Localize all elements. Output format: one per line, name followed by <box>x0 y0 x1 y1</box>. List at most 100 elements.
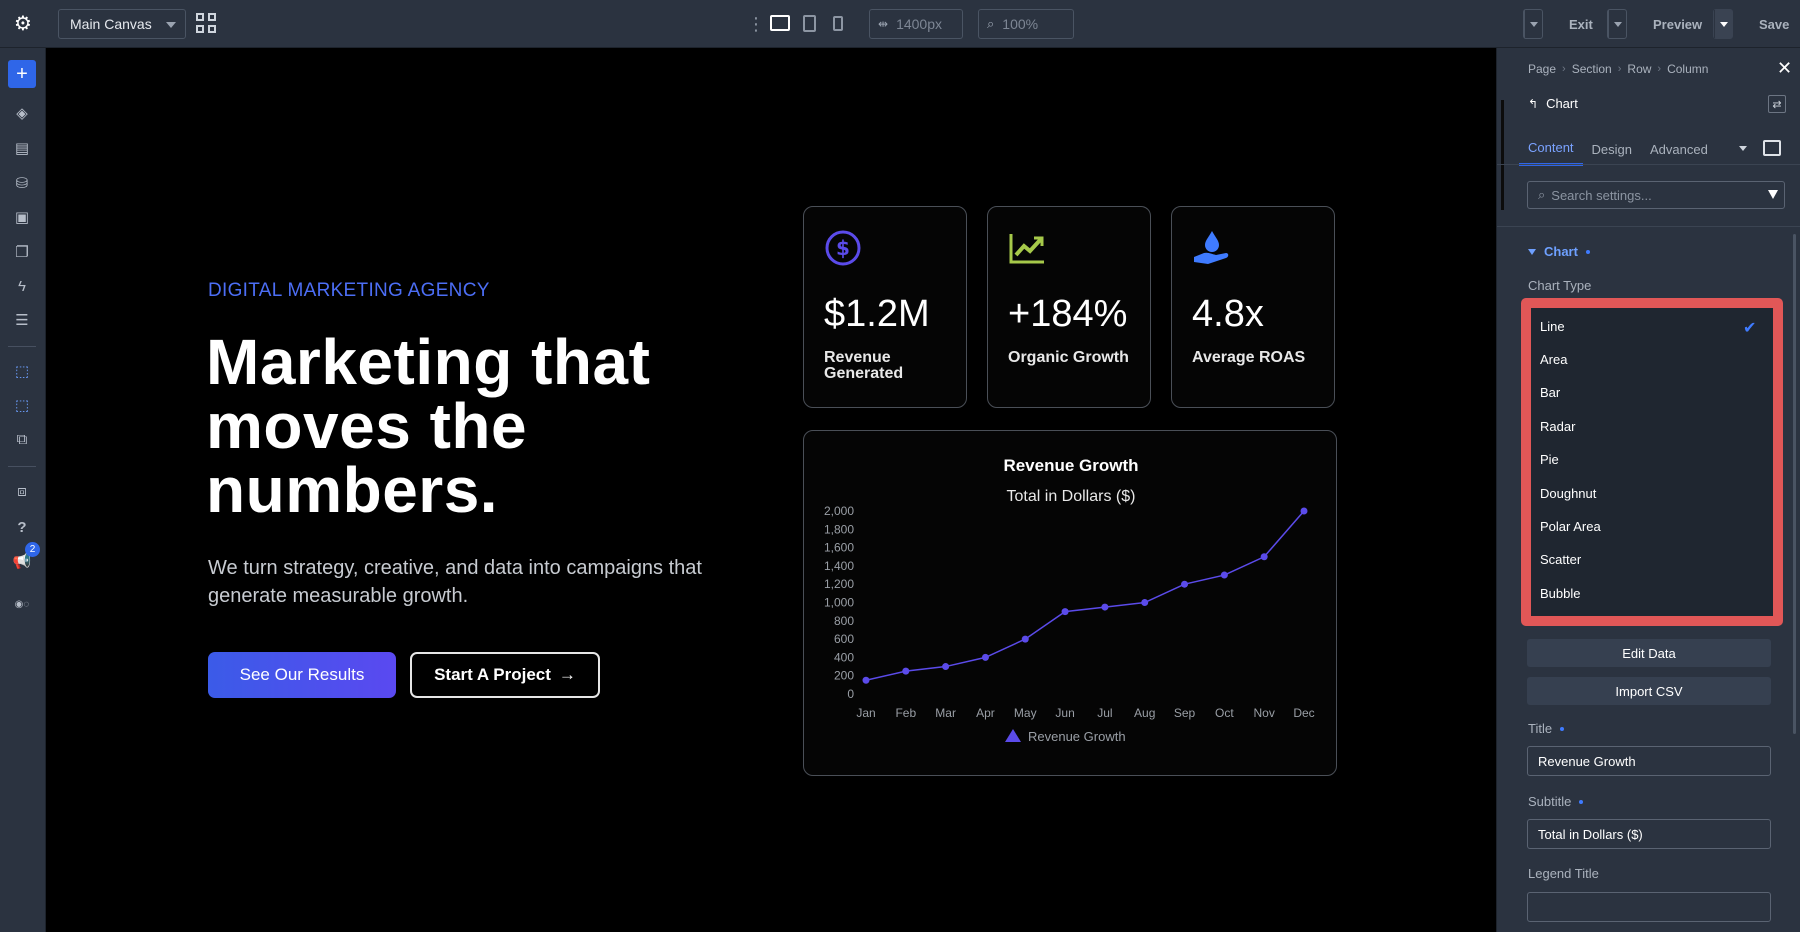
revenue-chart-card[interactable]: Revenue Growth Total in Dollars ($) 2,00… <box>803 430 1337 776</box>
y-tick-label: 1,600 <box>824 541 854 555</box>
dropdown-option-radar[interactable]: Radar <box>1531 410 1773 442</box>
subtitle-label: Subtitle <box>1528 794 1584 809</box>
hero-eyebrow: DIGITAL MARKETING AGENCY <box>208 280 490 301</box>
dropdown-option-polar-area[interactable]: Polar Area <box>1531 510 1773 542</box>
stat-caption: Organic Growth <box>1008 349 1129 366</box>
data-point <box>1101 603 1109 611</box>
layouts-icon[interactable]: ⧈ <box>11 480 33 502</box>
pages-icon[interactable]: ❐ <box>11 241 33 263</box>
responsive-edit-icon[interactable]: ⧉ <box>11 428 33 450</box>
preview-dropdown-chevron-icon[interactable] <box>1608 10 1626 38</box>
left-sidebar: + ◈ ▤ ⛁ ▣ ❐ ϟ ☰ ⬚ ⬚ ⧉ ⧈ ? 📢 2 ◉◌ <box>0 48 46 932</box>
layers-icon[interactable]: ◈ <box>11 102 33 124</box>
preset-box-icon[interactable] <box>1763 140 1781 156</box>
canvas-select[interactable]: Main Canvas <box>58 9 186 39</box>
x-tick-label: Sep <box>1174 706 1196 720</box>
panel-scrollbar[interactable] <box>1793 234 1796 734</box>
database-icon[interactable]: ⛁ <box>11 172 33 194</box>
stat-value: 4.8x <box>1192 293 1264 335</box>
breadcrumb-row[interactable]: Row <box>1627 62 1651 76</box>
dropdown-option-scatter[interactable]: Scatter <box>1531 544 1773 576</box>
lightning-icon[interactable]: ϟ <box>11 275 33 297</box>
zoom-field[interactable]: ⌕ 100% <box>978 9 1074 39</box>
dropdown-option-bubble[interactable]: Bubble <box>1531 577 1773 609</box>
tab-advanced[interactable]: Advanced <box>1641 132 1717 166</box>
line-chart: Revenue Growth Total in Dollars ($) 2,00… <box>824 456 1315 744</box>
breadcrumb-chevron-icon: › <box>1617 63 1622 75</box>
tabs-more-chevron-icon[interactable] <box>1739 146 1747 151</box>
save-dropdown-chevron-icon[interactable] <box>1714 10 1732 38</box>
headline-line: numbers. <box>206 454 499 526</box>
more-vertical-icon[interactable]: ⋮ <box>747 14 765 34</box>
tab-design[interactable]: Design <box>1583 132 1641 166</box>
start-a-project-label: Start A Project <box>434 665 551 684</box>
exit-button[interactable]: Exit <box>1523 9 1593 39</box>
x-tick-label: Dec <box>1293 706 1314 720</box>
y-tick-label: 1,800 <box>824 522 854 536</box>
data-point <box>1061 608 1069 616</box>
breadcrumb-section[interactable]: Section <box>1572 62 1612 76</box>
breadcrumb-page[interactable]: Page <box>1528 62 1556 76</box>
layouts-grid-icon[interactable] <box>196 13 218 35</box>
arrow-right-icon: → <box>558 665 576 684</box>
x-tick-label: May <box>1014 706 1037 720</box>
multi-select-icon[interactable]: ⬚ <box>11 394 33 416</box>
design-library-icon[interactable]: ▤ <box>11 137 33 159</box>
add-element-button[interactable]: + <box>8 60 36 88</box>
search-placeholder: Search settings... <box>1551 187 1652 203</box>
subtitle-input[interactable]: Total in Dollars ($) <box>1527 819 1771 849</box>
chart-section-toggle[interactable]: Chart <box>1528 244 1590 259</box>
title-input[interactable]: Revenue Growth <box>1527 746 1771 776</box>
y-tick-label: 400 <box>834 650 854 664</box>
select-element-icon[interactable]: ⬚ <box>11 360 33 382</box>
data-point <box>981 653 989 661</box>
breadcrumb-column[interactable]: Column <box>1667 62 1708 76</box>
save-button[interactable]: Save <box>1713 9 1789 39</box>
import-csv-button[interactable]: Import CSV <box>1527 677 1771 705</box>
phone-view-icon[interactable] <box>833 16 843 31</box>
y-tick-label: 1,000 <box>824 596 854 610</box>
preview-button[interactable]: Preview <box>1607 9 1702 39</box>
close-icon[interactable]: ✕ <box>1777 58 1792 79</box>
modified-dot-icon <box>1579 799 1584 804</box>
back-arrow-icon[interactable]: ↰ <box>1528 97 1538 111</box>
legend-title-input[interactable] <box>1527 892 1771 922</box>
y-tick-label: 1,200 <box>824 577 854 591</box>
data-point <box>902 667 910 675</box>
settings-search-input[interactable]: ⌕ Search settings... <box>1527 181 1785 209</box>
exit-dropdown-chevron-icon[interactable] <box>1524 10 1542 38</box>
panel-divider <box>1497 164 1800 165</box>
stat-caption: Revenue Generated <box>824 349 904 382</box>
dollar-circle-icon: $ <box>825 230 861 266</box>
x-tick-label: Nov <box>1254 706 1275 720</box>
start-a-project-button[interactable]: Start A Project → <box>410 652 600 698</box>
x-tick-label: Oct <box>1215 706 1234 720</box>
stat-card-roas[interactable]: 4.8x Average ROAS <box>1171 206 1335 408</box>
list-settings-icon[interactable]: ☰ <box>11 309 33 331</box>
dropdown-option-bar[interactable]: Bar <box>1531 377 1773 409</box>
chart-type-dropdown[interactable]: Line ✔ Area Bar Radar Pie Doughnut Polar Area Sc… <box>1531 308 1773 616</box>
panel-divider <box>1497 226 1800 227</box>
stat-card-revenue[interactable]: $ $1.2M Revenue Generated <box>803 206 967 408</box>
dropdown-option-pie[interactable]: Pie <box>1531 444 1773 476</box>
edit-data-button[interactable]: Edit Data <box>1527 639 1771 667</box>
dropdown-option-area[interactable]: Area <box>1531 343 1773 375</box>
filter-icon[interactable] <box>1768 190 1778 199</box>
settings-gear-icon[interactable]: ⚙ <box>0 0 46 48</box>
data-point <box>1260 553 1268 561</box>
panel-resize-handle[interactable] <box>1501 100 1504 210</box>
help-icon[interactable]: ? <box>11 516 33 538</box>
template-icon[interactable]: ▣ <box>11 206 33 228</box>
zoom-value: 100% <box>1002 16 1039 32</box>
tab-content[interactable]: Content <box>1519 132 1583 166</box>
toggle-settings-icon[interactable]: ⇄ <box>1768 95 1786 113</box>
theme-toggle-icon[interactable]: ◉◌ <box>11 593 33 615</box>
see-our-results-button[interactable]: See Our Results <box>208 652 396 698</box>
dropdown-option-line[interactable]: Line ✔ <box>1531 310 1773 342</box>
tablet-view-icon[interactable] <box>803 15 816 32</box>
stat-card-organic[interactable]: +184% Organic Growth <box>987 206 1151 408</box>
desktop-view-icon[interactable] <box>770 15 790 31</box>
canvas-width-field[interactable]: ⇹ 1400px <box>869 9 963 39</box>
y-tick-label: 1,400 <box>824 559 854 573</box>
dropdown-option-doughnut[interactable]: Doughnut <box>1531 477 1773 509</box>
